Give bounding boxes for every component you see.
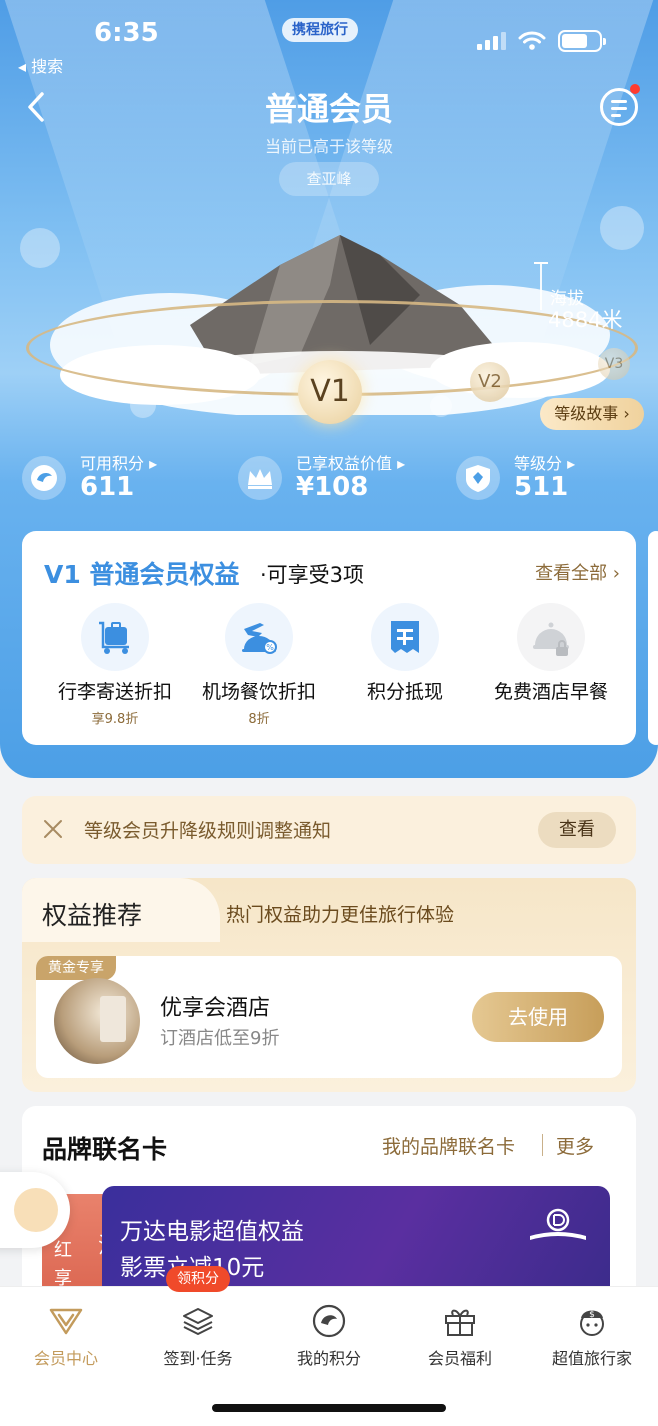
tab-label: 超值旅行家 xyxy=(551,1349,632,1368)
use-benefit-button[interactable]: 去使用 xyxy=(472,992,604,1042)
tab-member-center[interactable]: 会员中心 xyxy=(0,1303,132,1369)
dolphin-coin-icon xyxy=(22,456,66,500)
svg-text:$: $ xyxy=(589,1310,595,1320)
svg-text:%: % xyxy=(266,643,274,652)
benefit-discount xyxy=(330,708,480,724)
recommend-item-desc: 订酒店低至9折 xyxy=(160,1028,280,1049)
stat-value: 611 xyxy=(80,472,135,502)
battery-icon xyxy=(558,30,606,52)
tab-member-welfare[interactable]: 会员福利 xyxy=(394,1303,526,1369)
tab-label: 会员中心 xyxy=(33,1349,98,1368)
recommend-item-card[interactable]: 黄金专享 优享会酒店 订酒店低至9折 去使用 xyxy=(36,956,622,1078)
view-notice-button[interactable]: 查看 xyxy=(538,812,616,848)
brand-cobrand-section: 品牌联名卡 我的品牌联名卡 更多 红 享 汉 万达电影超值权益 影票立减10元 xyxy=(22,1106,636,1306)
vip-v-icon xyxy=(48,1303,84,1339)
benefit-name: 机场餐饮折扣 xyxy=(201,681,316,703)
plane-dining-icon: % xyxy=(225,603,293,671)
unread-dot xyxy=(630,84,640,94)
benefit-airport-dining[interactable]: % 机场餐饮折扣 8折 xyxy=(184,603,334,727)
points-coin-icon xyxy=(311,1303,347,1339)
benefit-name: 积分抵现 xyxy=(366,681,443,703)
level-shield-icon xyxy=(456,456,500,500)
view-peak-button[interactable]: 查亚峰 xyxy=(279,162,379,196)
home-indicator xyxy=(212,1404,446,1412)
traveler-icon: $ xyxy=(574,1303,610,1339)
benefit-discount: 享9.8折 xyxy=(91,712,139,727)
tab-checkin-tasks[interactable]: 签到·任务 xyxy=(132,1303,264,1369)
benefit-name: 行李寄送折扣 xyxy=(57,681,172,703)
recommend-item-name: 优享会酒店 xyxy=(160,996,271,1021)
brand-section-title: 品牌联名卡 xyxy=(42,1135,168,1164)
benefits-heading: V1 普通会员权益 xyxy=(44,560,240,589)
status-icons xyxy=(477,30,606,52)
benefit-hotel-breakfast[interactable]: 免费酒店早餐 xyxy=(476,603,626,724)
altitude-marker xyxy=(534,262,548,310)
page-subtitle: 当前已高于该等级 xyxy=(264,137,393,156)
stat-benefit-value[interactable]: 已享权益价值 ▸ ¥108 xyxy=(238,448,448,508)
tab-label: 签到·任务 xyxy=(163,1349,233,1368)
assistant-face-icon xyxy=(14,1188,58,1232)
earn-points-badge[interactable]: 领积分 xyxy=(166,1266,230,1292)
stat-level-score[interactable]: 等级分 ▸ 511 xyxy=(456,448,636,508)
benefit-name: 免费酒店早餐 xyxy=(493,681,608,703)
level-benefits-card: V1 普通会员权益 ·可享受3项 查看全部 › 行李寄送折扣 享9.8折 % 机… xyxy=(22,531,636,745)
more-brand-cards-link[interactable]: 更多 xyxy=(556,1132,594,1159)
luggage-cart-icon xyxy=(81,603,149,671)
my-brand-cards-link[interactable]: 我的品牌联名卡 xyxy=(382,1132,515,1159)
status-time: 6:35 xyxy=(94,18,159,48)
rule-change-notice: 等级会员升降级规则调整通知 查看 xyxy=(22,796,636,864)
crown-icon xyxy=(238,456,282,500)
recommend-subtitle: 热门权益助力更佳旅行体验 xyxy=(226,904,455,926)
stat-value: 511 xyxy=(514,472,569,502)
stat-label: 已享权益价值 ▸ xyxy=(296,454,406,473)
points-offset-icon xyxy=(371,603,439,671)
next-card-edge xyxy=(648,531,658,745)
benefit-points-offset[interactable]: 积分抵现 xyxy=(330,603,480,724)
tab-label: 我的积分 xyxy=(296,1349,361,1368)
divider xyxy=(542,1134,543,1156)
page-title: 普通会员 xyxy=(264,90,393,128)
benefit-luggage-delivery[interactable]: 行李寄送折扣 享9.8折 xyxy=(40,603,190,727)
benefit-recommend-section: 权益推荐 热门权益助力更佳旅行体验 黄金专享 优享会酒店 订酒店低至9折 去使用 xyxy=(22,878,636,1092)
tab-label: 会员福利 xyxy=(427,1349,492,1368)
level-v2-badge[interactable]: V2 xyxy=(470,362,510,402)
level-v3-badge[interactable]: V3 xyxy=(598,348,630,380)
card-glyph: 红 xyxy=(54,1240,72,1261)
status-brand-pill: 携程旅行 xyxy=(282,18,358,42)
tab-my-points[interactable]: 我的积分 xyxy=(263,1303,395,1369)
gold-exclusive-badge: 黄金专享 xyxy=(36,956,116,980)
benefit-discount: 8折 xyxy=(248,712,270,727)
card-title: 万达电影超值权益 xyxy=(120,1219,304,1245)
level-story-button[interactable]: 等级故事 › xyxy=(540,398,644,430)
stat-label: 等级分 ▸ xyxy=(514,454,576,473)
gift-icon xyxy=(442,1303,478,1339)
view-all-benefits-link[interactable]: 查看全部 › xyxy=(535,559,620,585)
recommend-title: 权益推荐 xyxy=(42,901,143,930)
altitude-value: 4884米 xyxy=(548,308,623,332)
close-icon[interactable] xyxy=(42,818,64,840)
back-to-search-link[interactable]: ◂ 搜索 xyxy=(18,53,63,77)
signal-icon xyxy=(477,32,506,50)
stat-value: ¥108 xyxy=(296,472,369,502)
tab-value-traveler[interactable]: $ 超值旅行家 xyxy=(526,1303,658,1369)
level-v1-badge[interactable]: V1 xyxy=(298,360,362,424)
stat-points[interactable]: 可用积分 ▸ 611 xyxy=(22,448,222,508)
hotel-thumbnail xyxy=(54,978,140,1064)
notice-text: 等级会员升降级规则调整通知 xyxy=(84,820,332,842)
stat-label: 可用积分 ▸ xyxy=(80,454,158,473)
hotel-breakfast-icon xyxy=(517,603,585,671)
wifi-icon xyxy=(518,31,546,50)
layers-icon xyxy=(180,1303,216,1339)
benefit-discount xyxy=(476,708,626,724)
benefits-count: ·可享受3项 xyxy=(260,563,365,587)
wanda-logo-icon xyxy=(530,1208,586,1240)
